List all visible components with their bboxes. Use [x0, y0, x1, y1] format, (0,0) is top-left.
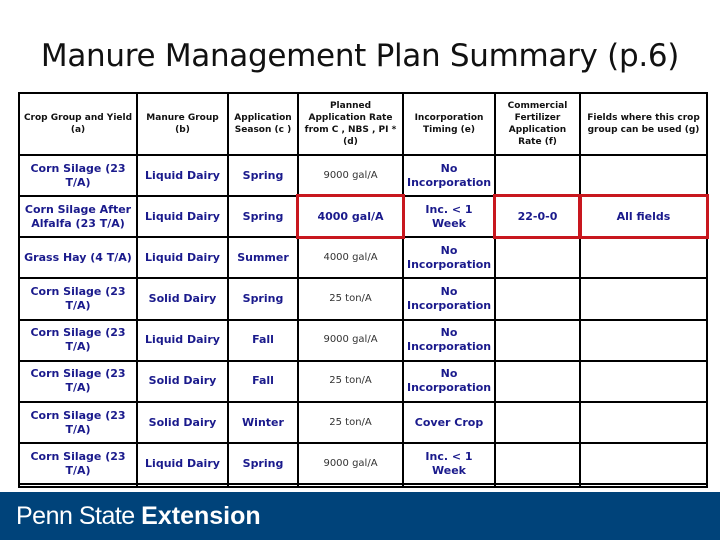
incorporation-cell: No Incorporation — [402, 153, 496, 198]
incorporation-cell: No Incorporation — [402, 236, 496, 280]
fields-cell — [579, 442, 708, 486]
crop-cell: Corn Silage (23 T/A) — [18, 318, 138, 362]
season-cell: Fall — [227, 318, 299, 362]
table-row — [18, 483, 708, 488]
header-fertilizer-rate: Commercial Fertilizer Application Rate (… — [494, 92, 581, 156]
fertilizer-cell — [494, 442, 581, 486]
table-row: Corn Silage (23 T/A) Solid Dairy Winter 25 … — [18, 400, 708, 445]
incorporation-cell: No Incorporation — [402, 318, 496, 362]
fields-cell — [579, 236, 708, 280]
fertilizer-cell: 22-0-0 — [494, 195, 583, 241]
table-row: Corn Silage (23 T/A) Liquid Dairy Spring 90… — [18, 442, 708, 486]
rate-cell — [297, 483, 404, 488]
season-cell: Spring — [227, 195, 299, 239]
table-row: Corn Silage (23 T/A) Liquid Dairy Fall 9000… — [18, 318, 708, 362]
header-planned-rate: Planned Application Rate from C , NBS , … — [297, 92, 404, 156]
fertilizer-cell — [494, 318, 581, 362]
manure-cell: Liquid Dairy — [136, 318, 229, 362]
rate-cell: 25 ton/A — [297, 277, 404, 321]
manure-cell: Liquid Dairy — [136, 153, 229, 198]
fertilizer-cell — [494, 236, 581, 280]
table-header-row: Crop Group and Yield (a) Manure Group (b… — [18, 92, 708, 156]
fields-cell — [579, 318, 708, 362]
rate-cell: 25 ton/A — [297, 359, 404, 403]
fields-cell — [579, 483, 708, 488]
season-cell — [227, 483, 299, 488]
rate-cell: 4000 gal/A — [297, 236, 404, 280]
penn-state-extension-logo: Penn State Extension — [16, 502, 261, 531]
incorporation-cell: No Incorporation — [402, 277, 496, 321]
manure-cell: Solid Dairy — [136, 277, 229, 321]
incorporation-cell — [402, 483, 496, 488]
incorporation-cell: Cover Crop — [402, 400, 496, 445]
season-cell: Fall — [227, 359, 299, 403]
incorporation-cell: Inc. < 1 Week — [402, 195, 496, 239]
manure-cell: Liquid Dairy — [136, 442, 229, 486]
header-manure-group: Manure Group (b) — [136, 92, 229, 156]
brand-light-text: Penn State — [16, 502, 135, 530]
season-cell: Summer — [227, 236, 299, 280]
season-cell: Spring — [227, 442, 299, 486]
fertilizer-cell — [494, 359, 581, 403]
fields-cell — [579, 277, 708, 321]
footer-banner: Penn State Extension — [0, 492, 720, 540]
brand-bold-text: Extension — [141, 502, 261, 530]
fertilizer-cell — [494, 277, 581, 321]
fields-cell — [579, 359, 708, 403]
manure-plan-table: Crop Group and Yield (a) Manure Group (b… — [18, 92, 710, 488]
manure-cell: Liquid Dairy — [136, 236, 229, 280]
incorporation-cell: No Incorporation — [402, 359, 496, 403]
fields-cell — [579, 153, 708, 198]
fertilizer-cell — [494, 153, 581, 198]
fertilizer-cell — [494, 400, 581, 445]
table-row: Corn Silage After Alfalfa (23 T/A) Liquid… — [18, 195, 710, 241]
crop-cell — [18, 483, 138, 488]
crop-cell: Corn Silage (23 T/A) — [18, 153, 138, 198]
manure-cell: Solid Dairy — [136, 359, 229, 403]
header-fields: Fields where this crop group can be used… — [579, 92, 708, 156]
table-row: Corn Silage (23 T/A) Liquid Dairy Spring 90… — [18, 153, 708, 198]
header-crop-group: Crop Group and Yield (a) — [18, 92, 138, 156]
rate-cell: 25 ton/A — [297, 400, 404, 445]
crop-cell: Grass Hay (4 T/A) — [18, 236, 138, 280]
fields-cell: All fields — [579, 195, 710, 241]
fields-cell — [579, 400, 708, 445]
incorporation-cell: Inc. < 1 Week — [402, 442, 496, 486]
header-incorporation-timing: Incorporation Timing (e) — [402, 92, 496, 156]
table-row: Corn Silage (23 T/A) Solid Dairy Spring 25 … — [18, 277, 708, 321]
rate-cell: 9000 gal/A — [297, 318, 404, 362]
manure-cell — [136, 483, 229, 488]
season-cell: Spring — [227, 153, 299, 198]
manure-cell: Liquid Dairy — [136, 195, 229, 239]
rate-cell: 9000 gal/A — [297, 442, 404, 486]
season-cell: Winter — [227, 400, 299, 445]
rate-cell: 4000 gal/A — [297, 195, 406, 241]
manure-cell: Solid Dairy — [136, 400, 229, 445]
crop-cell: Corn Silage After Alfalfa (23 T/A) — [18, 195, 138, 239]
crop-cell: Corn Silage (23 T/A) — [18, 277, 138, 321]
header-application-season: Application Season (c ) — [227, 92, 299, 156]
crop-cell: Corn Silage (23 T/A) — [18, 359, 138, 403]
crop-cell: Corn Silage (23 T/A) — [18, 400, 138, 445]
season-cell: Spring — [227, 277, 299, 321]
table-row: Corn Silage (23 T/A) Solid Dairy Fall 25 to… — [18, 359, 708, 403]
rate-cell: 9000 gal/A — [297, 153, 404, 198]
fertilizer-cell — [494, 483, 581, 488]
slide-title: Manure Management Plan Summary (p.6) — [40, 38, 680, 74]
table-row: Grass Hay (4 T/A) Liquid Dairy Summer 4000 … — [18, 236, 708, 280]
crop-cell: Corn Silage (23 T/A) — [18, 442, 138, 486]
